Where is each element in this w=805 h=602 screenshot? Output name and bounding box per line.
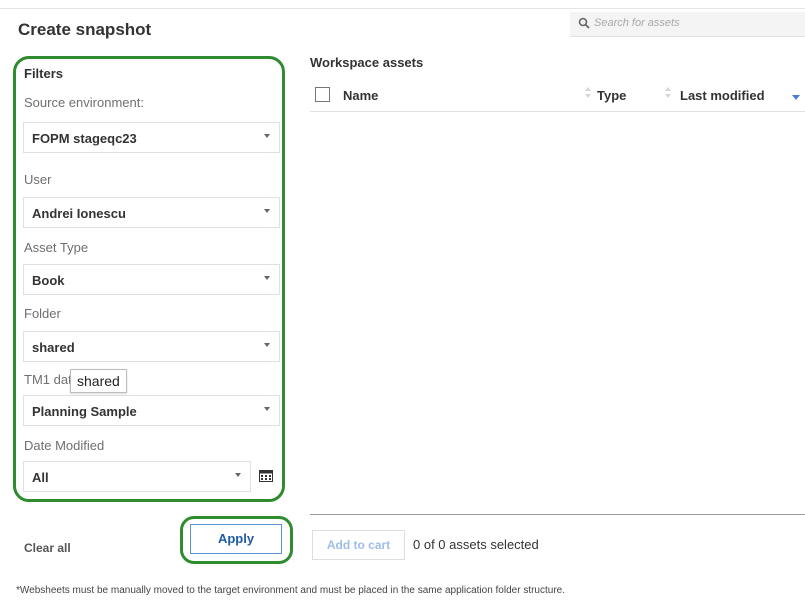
filters-title: Filters (24, 66, 64, 81)
selection-count: 0 of 0 assets selected (413, 537, 539, 552)
chevron-down-icon (264, 209, 270, 213)
column-header-name[interactable]: Name (343, 88, 378, 103)
user-label: User (24, 172, 52, 187)
select-all-checkbox[interactable] (315, 87, 330, 102)
folder-label: Folder (24, 306, 61, 321)
column-header-type[interactable]: Type (597, 88, 626, 103)
page-title: Create snapshot (18, 20, 152, 39)
user-dropdown[interactable]: Andrei Ionescu (23, 197, 280, 228)
source-environment-label: Source environment: (24, 95, 144, 110)
footer-divider (310, 514, 805, 515)
column-header-last-modified[interactable]: Last modified (680, 88, 765, 103)
clear-all-link[interactable]: Clear all (24, 541, 71, 555)
source-environment-value: FOPM stageqc23 (32, 131, 137, 146)
table-header-divider (310, 111, 805, 112)
date-modified-dropdown[interactable]: All (23, 461, 251, 492)
folder-value: shared (32, 340, 75, 355)
sort-icon[interactable] (665, 87, 671, 99)
asset-type-label: Asset Type (24, 240, 89, 255)
chevron-down-icon (264, 276, 270, 280)
folder-tooltip: shared (70, 369, 127, 393)
date-modified-label: Date Modified (24, 438, 105, 453)
chevron-down-icon (235, 473, 241, 477)
apply-button[interactable]: Apply (190, 524, 282, 554)
tm1-database-value: Planning Sample (32, 404, 137, 419)
calendar-icon[interactable] (259, 470, 273, 482)
date-modified-value: All (32, 470, 49, 485)
top-divider (0, 8, 805, 9)
asset-type-dropdown[interactable]: Book (23, 264, 280, 295)
add-to-cart-button[interactable]: Add to cart (312, 530, 405, 560)
asset-search[interactable]: Search for assets (570, 12, 805, 37)
chevron-down-icon (264, 343, 270, 347)
asset-type-value: Book (32, 273, 65, 288)
source-environment-dropdown[interactable]: FOPM stageqc23 (23, 122, 280, 153)
folder-dropdown[interactable]: shared (23, 331, 280, 362)
websheets-footnote: *Websheets must be manually moved to the… (16, 585, 566, 596)
sort-descending-icon[interactable] (792, 95, 800, 100)
search-icon (578, 17, 590, 29)
search-input[interactable]: Search for assets (594, 17, 680, 29)
tm1-database-dropdown[interactable]: Planning Sample (23, 395, 280, 426)
chevron-down-icon (264, 407, 270, 411)
user-value: Andrei Ionescu (32, 206, 126, 221)
chevron-down-icon (264, 134, 270, 138)
sort-icon[interactable] (585, 87, 591, 99)
workspace-assets-title: Workspace assets (310, 55, 424, 70)
